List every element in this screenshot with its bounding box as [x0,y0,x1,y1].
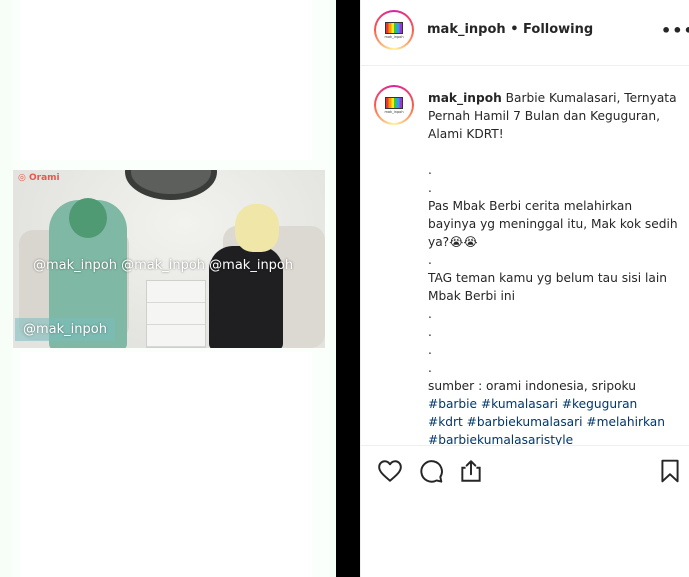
caption-line: . [428,343,432,357]
caption-area: mak_inpoh mak_inpoh Barbie Kumalasari, T… [361,67,689,445]
post-side-panel: mak_inpoh mak_inpoh • Following ••• mak_… [360,0,689,577]
tv-logo-icon [385,21,403,34]
bookmark-icon[interactable] [657,458,683,484]
caption-text: mak_inpoh Barbie Kumalasari, Ternyata Pe… [428,89,678,445]
header-username[interactable]: mak_inpoh [427,22,506,37]
caption-line: . [428,253,432,267]
photo-head-right [235,204,279,252]
action-bar [361,445,689,495]
caption-line: . [428,163,432,177]
tv-logo-icon [385,96,403,109]
caption-line: . [428,325,432,339]
hashtags[interactable]: #kdrt #barbiekumalasari #melahirkan [428,413,678,431]
post-media-area: ◎ Orami @mak_inpoh @mak_inpoh @mak_inpoh… [0,0,336,577]
caption-line: Pas Mbak Berbi cerita melahirkan bayinya… [428,199,678,249]
header-user-line: mak_inpoh • Following [427,22,593,37]
orami-logo: ◎ Orami [18,173,60,183]
follow-status[interactable]: Following [523,22,593,37]
media-blank-bottom [20,352,312,577]
share-icon[interactable] [458,458,484,484]
comment-icon[interactable] [418,458,444,484]
caption-line: . [428,307,432,321]
heart-icon[interactable] [377,458,403,484]
avatar[interactable]: mak_inpoh [374,10,414,50]
caption-avatar[interactable]: mak_inpoh [374,85,414,125]
hashtags[interactable]: #barbie #kumalasari #keguguran [428,395,678,413]
caption-title-line: mak_inpoh Barbie Kumalasari, Ternyata Pe… [428,89,678,143]
post-header: mak_inpoh mak_inpoh • Following ••• [361,0,689,66]
media-blank-top [20,0,312,160]
caption-line: TAG teman kamu yg belum tau sisi lain Mb… [428,271,668,303]
black-divider [336,0,360,577]
watermark-row: @mak_inpoh @mak_inpoh @mak_inpoh [33,258,294,273]
caption-line: . [428,181,432,195]
photo-cabinet [146,280,206,348]
more-options-icon[interactable]: ••• [661,21,689,40]
post-image[interactable]: ◎ Orami @mak_inpoh @mak_inpoh @mak_inpoh… [13,170,325,348]
hashtags[interactable]: #barbiekumalasaristyle [428,431,678,445]
header-separator: • [510,22,519,37]
watermark-box: @mak_inpoh [15,318,115,341]
photo-head-left [69,198,107,238]
caption-line: sumber : orami indonesia, sripoku [428,379,636,393]
caption-username[interactable]: mak_inpoh [428,91,502,105]
caption-line: . [428,361,432,375]
